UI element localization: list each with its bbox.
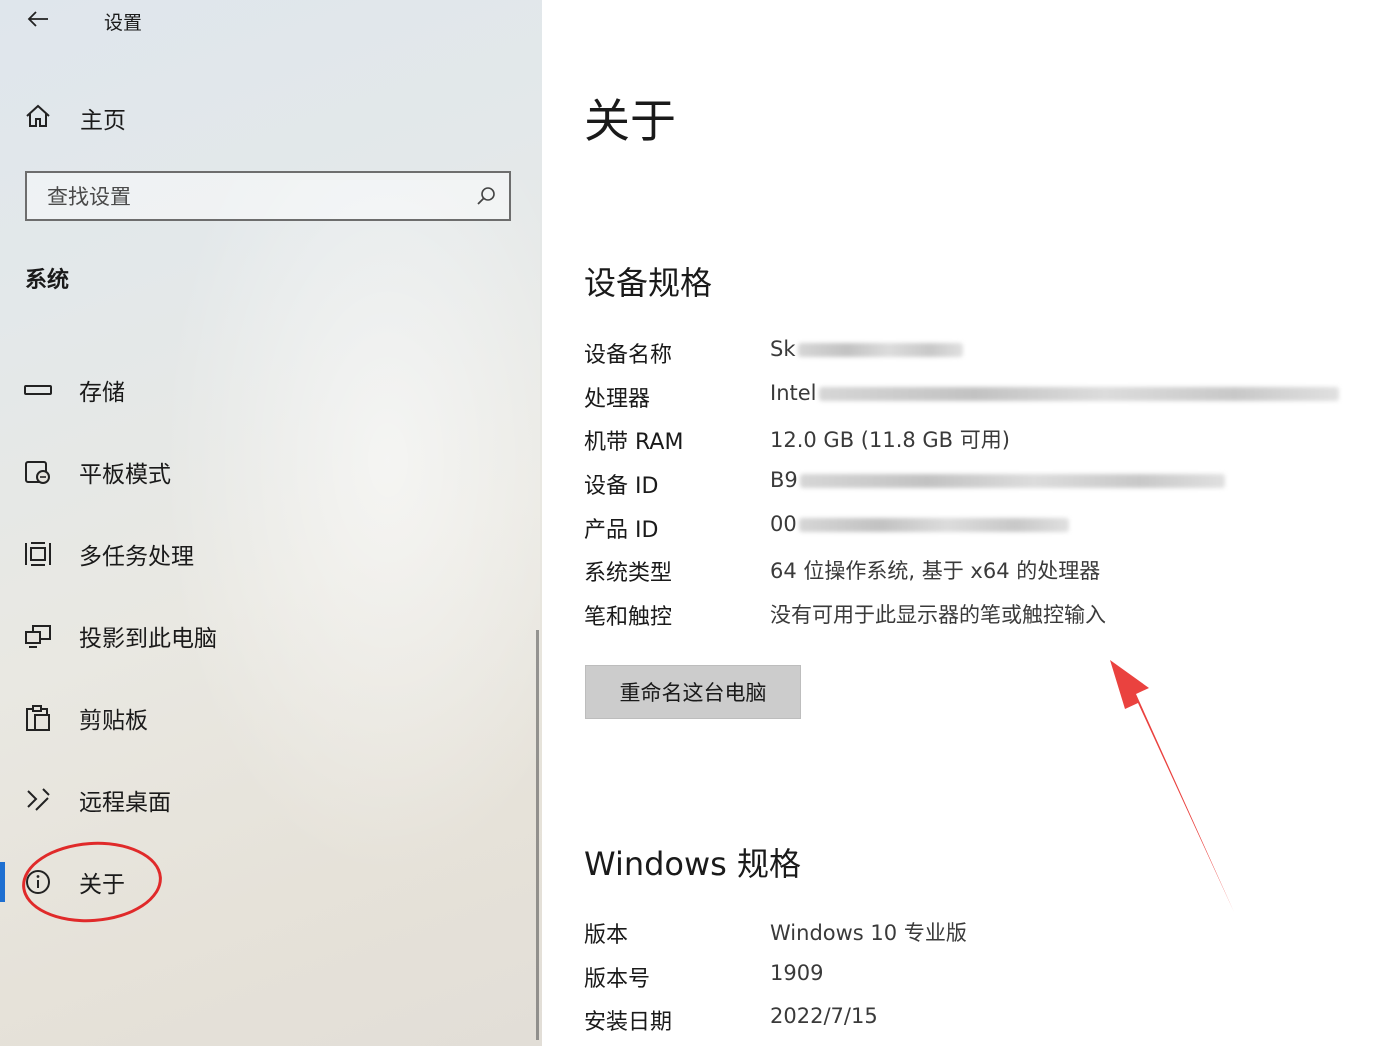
spec-row: 系统类型 64 位操作系统, 基于 x64 的处理器 bbox=[584, 549, 1384, 593]
spec-key: 产品 ID bbox=[584, 517, 659, 543]
search-icon[interactable] bbox=[475, 185, 497, 207]
sidebar-scrollbar[interactable] bbox=[536, 630, 539, 1040]
spec-value[interactable]: 没有可用于此显示器的笔或触控输入 bbox=[770, 599, 1106, 629]
spec-key: 版本号 bbox=[584, 966, 651, 992]
project-icon bbox=[22, 620, 54, 652]
sidebar-item-tablet-mode[interactable]: 平板模式 bbox=[0, 442, 536, 502]
back-button[interactable] bbox=[22, 6, 54, 36]
spec-row: 机带 RAM 12.0 GB (11.8 GB 可用) bbox=[584, 418, 1384, 462]
spec-value[interactable]: B9 bbox=[770, 468, 1225, 492]
rename-pc-button[interactable]: 重命名这台电脑 bbox=[585, 665, 801, 719]
spec-row: 安装日期 2022/7/15 bbox=[584, 998, 1384, 1042]
spec-value[interactable]: 12.0 GB (11.8 GB 可用) bbox=[770, 424, 1010, 454]
section-title: 系统 bbox=[25, 268, 70, 293]
spec-row: 处理器 Intel bbox=[584, 375, 1384, 419]
sidebar: 设置 主页 系统 存储 平板模式 多任务处 bbox=[0, 0, 542, 1046]
sidebar-item-label: 存储 bbox=[79, 380, 125, 406]
spec-value[interactable]: Sk bbox=[770, 337, 963, 361]
spec-row: 版本号 1909 bbox=[584, 955, 1384, 999]
annotation-circle bbox=[19, 837, 165, 927]
spec-key: 设备名称 bbox=[584, 343, 673, 368]
sidebar-item-remote-desktop[interactable]: 远程桌面 bbox=[0, 770, 536, 830]
spec-row: 笔和触控 没有可用于此显示器的笔或触控输入 bbox=[584, 593, 1384, 637]
spec-key: 机带 RAM bbox=[584, 430, 684, 456]
sidebar-item-label: 远程桌面 bbox=[79, 790, 171, 816]
spec-value[interactable]: Windows 10 专业版 bbox=[770, 917, 967, 947]
sidebar-item-label: 主页 bbox=[80, 108, 126, 134]
search-box bbox=[25, 171, 511, 221]
sidebar-item-label: 剪贴板 bbox=[79, 708, 148, 734]
spec-row: 设备 ID B9 bbox=[584, 462, 1384, 506]
spec-value[interactable]: 1909 bbox=[770, 961, 823, 985]
spec-key: 系统类型 bbox=[584, 561, 673, 587]
sidebar-item-label: 平板模式 bbox=[79, 462, 171, 488]
back-arrow-icon bbox=[26, 9, 50, 33]
redacted-blur bbox=[798, 517, 1069, 532]
spec-key: 笔和触控 bbox=[584, 605, 673, 631]
spec-key: 安装日期 bbox=[584, 1010, 673, 1036]
spec-value[interactable]: 64 位操作系统, 基于 x64 的处理器 bbox=[770, 555, 1100, 585]
tablet-mode-icon bbox=[22, 456, 54, 488]
redacted-blur bbox=[797, 343, 963, 357]
clipboard-icon bbox=[22, 702, 54, 734]
sidebar-item-label: 投影到此电脑 bbox=[79, 626, 217, 652]
spec-key: 版本 bbox=[584, 923, 629, 948]
search-input[interactable] bbox=[45, 181, 469, 213]
spec-value[interactable]: 00 bbox=[770, 512, 1069, 536]
spec-row: 设备名称 Sk bbox=[584, 331, 1384, 375]
sidebar-item-clipboard[interactable]: 剪贴板 bbox=[0, 688, 536, 748]
sidebar-item-label: 多任务处理 bbox=[79, 544, 194, 570]
home-icon bbox=[22, 100, 54, 136]
spec-row: 版本 Windows 10 专业版 bbox=[584, 911, 1384, 955]
app-title: 设置 bbox=[104, 12, 143, 34]
multitasking-icon bbox=[22, 538, 54, 570]
windows-specs-heading: Windows 规格 bbox=[584, 845, 802, 883]
page-title: 关于 bbox=[584, 94, 676, 148]
storage-icon bbox=[22, 374, 54, 406]
spec-key: 处理器 bbox=[584, 386, 651, 412]
spec-value[interactable]: Intel bbox=[770, 381, 1339, 405]
sidebar-item-multitasking[interactable]: 多任务处理 bbox=[0, 524, 536, 584]
sidebar-item-storage[interactable]: 存储 bbox=[0, 360, 536, 420]
device-specs-list: 设备名称 Sk 处理器 Intel 机带 RAM 12.0 GB (11.8 G… bbox=[584, 331, 1384, 637]
redacted-blur bbox=[799, 474, 1225, 489]
windows-specs-list: 版本 Windows 10 专业版 版本号 1909 安装日期 2022/7/1… bbox=[584, 911, 1384, 1042]
device-specs-heading: 设备规格 bbox=[584, 264, 713, 302]
spec-value[interactable]: 2022/7/15 bbox=[770, 1004, 878, 1028]
main-content: 关于 设备规格 设备名称 Sk 处理器 Intel 机带 RAM 12.0 GB… bbox=[542, 0, 1400, 1046]
spec-key: 设备 ID bbox=[584, 474, 659, 500]
title-bar: 设置 bbox=[0, 0, 542, 44]
redacted-blur bbox=[818, 386, 1339, 401]
sidebar-item-project[interactable]: 投影到此电脑 bbox=[0, 606, 536, 666]
sidebar-item-home[interactable]: 主页 bbox=[22, 96, 322, 140]
remote-desktop-icon bbox=[22, 784, 54, 816]
spec-row: 产品 ID 00 bbox=[584, 506, 1384, 550]
